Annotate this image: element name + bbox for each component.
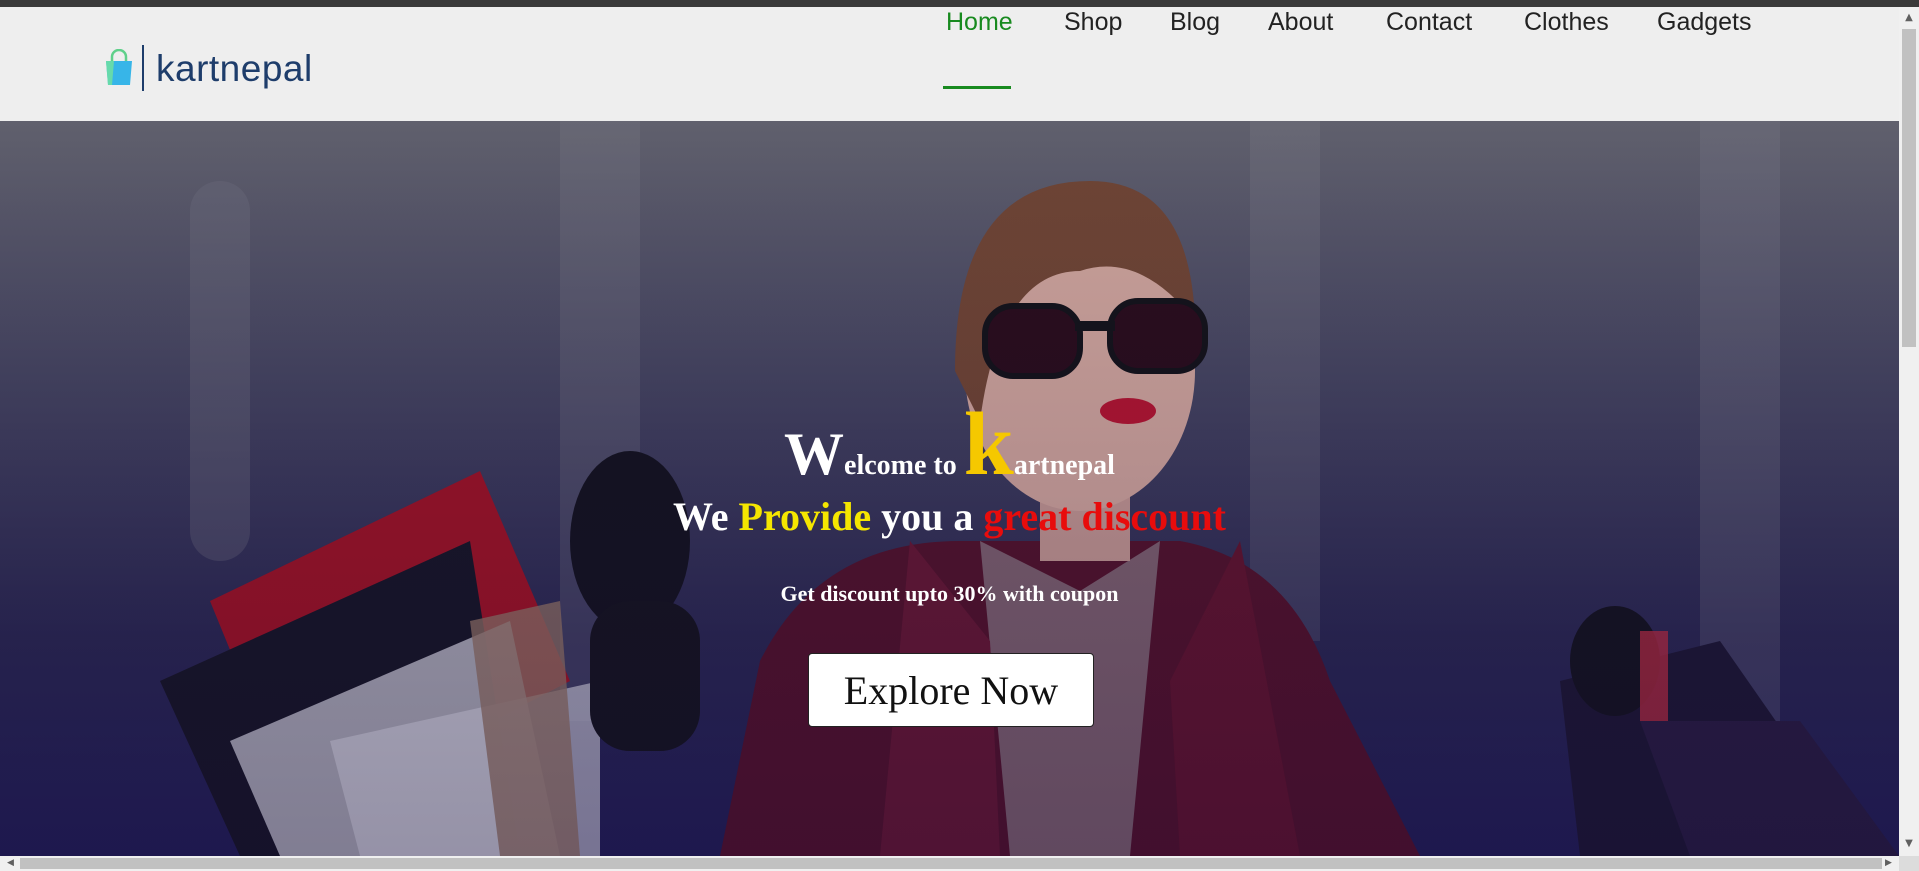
explore-now-button[interactable]: Explore Now	[808, 653, 1094, 727]
scroll-left-arrow-icon[interactable]: ◀	[2, 856, 19, 871]
vertical-scrollbar[interactable]: ▲ ▼	[1899, 7, 1919, 856]
horizontal-scroll-thumb[interactable]	[20, 858, 1882, 869]
tagline-great-discount: great discount	[983, 494, 1226, 539]
scroll-right-arrow-icon[interactable]: ▶	[1880, 856, 1897, 871]
nav-blog[interactable]: Blog	[1170, 7, 1220, 37]
scroll-up-arrow-icon[interactable]: ▲	[1899, 9, 1919, 26]
scroll-down-arrow-icon[interactable]: ▼	[1899, 835, 1919, 852]
site-header: kartnepal Home Shop Blog About Contact C…	[0, 7, 1899, 121]
nav-shop[interactable]: Shop	[1064, 7, 1122, 37]
tagline-you-a: you a	[871, 494, 984, 539]
nav-about[interactable]: About	[1268, 7, 1333, 37]
vertical-scroll-thumb[interactable]	[1902, 29, 1916, 347]
welcome-letter-k: k	[963, 395, 1014, 494]
hero-content: Welcome to kartnepal We Provide you a gr…	[0, 121, 1899, 856]
welcome-text: elcome to	[844, 450, 964, 481]
scrollbar-corner	[1899, 856, 1919, 871]
nav-active-indicator	[943, 86, 1011, 89]
horizontal-scrollbar[interactable]: ◀ ▶	[0, 856, 1899, 871]
welcome-heading: Welcome to kartnepal	[0, 393, 1899, 496]
browser-top-bar	[0, 0, 1919, 7]
nav-clothes[interactable]: Clothes	[1524, 7, 1609, 37]
hero-tagline: We Provide you a great discount	[0, 493, 1899, 540]
shopping-bag-icon	[104, 48, 134, 87]
welcome-letter-w: W	[784, 421, 845, 487]
welcome-brand-rest: artnepal	[1013, 450, 1115, 481]
brand-logo[interactable]: kartnepal	[104, 45, 313, 91]
logo-divider	[142, 45, 144, 91]
hero-banner: Welcome to kartnepal We Provide you a gr…	[0, 121, 1899, 856]
tagline-we: We	[673, 494, 739, 539]
brand-name: kartnepal	[156, 47, 313, 89]
tagline-provide: Provide	[738, 494, 872, 539]
nav-contact[interactable]: Contact	[1386, 7, 1472, 37]
nav-home[interactable]: Home	[946, 7, 1013, 37]
nav-gadgets[interactable]: Gadgets	[1657, 7, 1752, 37]
discount-text: Get discount upto 30% with coupon	[780, 581, 1119, 606]
